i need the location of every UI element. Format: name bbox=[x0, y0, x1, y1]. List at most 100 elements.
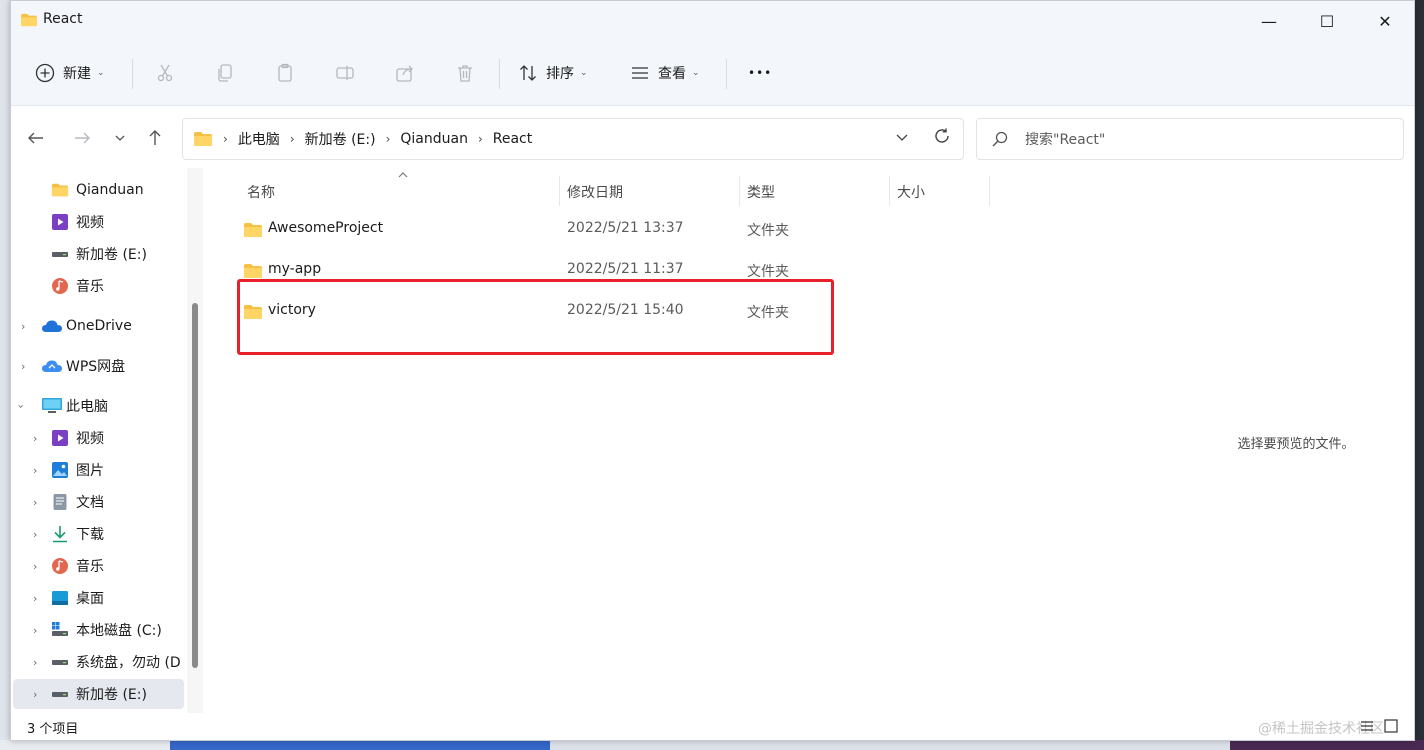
chevron-down-icon[interactable]: › bbox=[15, 404, 28, 408]
breadcrumb-separator: › bbox=[223, 132, 228, 146]
tiles-view-button[interactable] bbox=[1382, 717, 1400, 735]
back-button[interactable] bbox=[22, 126, 50, 150]
sidebar-item-this-pc[interactable]: › 此电脑 bbox=[11, 391, 187, 421]
rename-button[interactable] bbox=[335, 57, 355, 89]
up-button[interactable] bbox=[141, 126, 169, 150]
sidebar-item-documents[interactable]: › 文档 bbox=[11, 487, 187, 517]
chevron-right-icon[interactable]: › bbox=[33, 432, 37, 445]
column-divider[interactable] bbox=[739, 176, 740, 206]
rename-icon bbox=[336, 66, 354, 80]
maximize-button[interactable]: ☐ bbox=[1298, 1, 1356, 41]
cloud-icon bbox=[42, 360, 62, 372]
sidebar-item-label: 系统盘，勿动 (D bbox=[76, 655, 181, 671]
column-header-date[interactable]: 修改日期 bbox=[567, 176, 623, 208]
sidebar-item-downloads[interactable]: › 下载 bbox=[11, 519, 187, 549]
file-row[interactable]: AwesomeProject 2022/5/21 13:37 文件夹 bbox=[231, 210, 1171, 250]
sidebar-item-drive-d[interactable]: › 系统盘，勿动 (D bbox=[11, 647, 187, 677]
sidebar-item-label: 新加卷 (E:) bbox=[76, 687, 147, 703]
file-explorer-window: React — ☐ ✕ 新建 ⌄ 排序 ⌄ 查看 ⌄ ••• › 此电脑 › 新… bbox=[10, 0, 1415, 741]
recent-locations-button[interactable] bbox=[106, 126, 134, 150]
chevron-right-icon[interactable]: › bbox=[33, 656, 37, 669]
delete-button[interactable] bbox=[455, 57, 475, 89]
sidebar-item-drive-e-quick[interactable]: 新加卷 (E:) bbox=[11, 239, 187, 269]
sidebar-item-qianduan[interactable]: Qianduan bbox=[11, 175, 187, 205]
sidebar-item-label: 文档 bbox=[76, 495, 104, 511]
chevron-right-icon[interactable]: › bbox=[33, 624, 37, 637]
clipboard-icon bbox=[278, 63, 292, 82]
file-type: 文件夹 bbox=[747, 223, 789, 239]
forward-button[interactable] bbox=[68, 126, 96, 150]
sidebar-item-label: 新加卷 (E:) bbox=[76, 247, 147, 263]
more-icon: ••• bbox=[748, 66, 773, 80]
sidebar-item-music-quick[interactable]: 音乐 bbox=[11, 271, 187, 301]
folder-icon bbox=[51, 183, 69, 197]
chevron-right-icon[interactable]: › bbox=[33, 688, 37, 701]
refresh-icon bbox=[935, 128, 949, 143]
copy-icon bbox=[218, 64, 232, 82]
column-divider[interactable] bbox=[559, 176, 560, 206]
sidebar-scrollbar[interactable] bbox=[192, 303, 198, 668]
column-header-name[interactable]: 名称 bbox=[247, 176, 275, 208]
sort-button[interactable]: 排序 ⌄ bbox=[518, 57, 588, 89]
chevron-down-icon bbox=[896, 134, 908, 141]
share-button[interactable] bbox=[395, 57, 415, 89]
more-options-button[interactable]: ••• bbox=[748, 57, 772, 89]
video-icon bbox=[52, 214, 68, 230]
sidebar-item-wps-cloud[interactable]: › WPS网盘 bbox=[11, 351, 187, 381]
column-divider[interactable] bbox=[889, 176, 890, 206]
file-type: 文件夹 bbox=[747, 264, 789, 280]
list-view-icon bbox=[632, 67, 648, 79]
sidebar-item-drive-c[interactable]: › 本地磁盘 (C:) bbox=[11, 615, 187, 645]
sidebar-item-drive-e[interactable]: › 新加卷 (E:) bbox=[13, 679, 184, 709]
breadcrumb-drive-e[interactable]: 新加卷 (E:) bbox=[305, 129, 376, 149]
details-view-button[interactable] bbox=[1358, 717, 1376, 735]
column-header-label: 名称 bbox=[247, 185, 275, 201]
breadcrumb-qianduan[interactable]: Qianduan bbox=[400, 131, 468, 147]
desktop-background-left bbox=[0, 0, 10, 750]
sidebar-item-music[interactable]: › 音乐 bbox=[11, 551, 187, 581]
chevron-right-icon[interactable]: › bbox=[21, 360, 25, 373]
address-dropdown-button[interactable] bbox=[895, 130, 909, 148]
chevron-right-icon[interactable]: › bbox=[33, 464, 37, 477]
copy-button[interactable] bbox=[215, 57, 235, 89]
column-header-type[interactable]: 类型 bbox=[747, 176, 775, 208]
video-icon bbox=[52, 430, 68, 446]
breadcrumb-this-pc[interactable]: 此电脑 bbox=[238, 129, 280, 149]
cut-button[interactable] bbox=[155, 57, 175, 89]
preview-message: 选择要预览的文件。 bbox=[1237, 437, 1355, 452]
sidebar-item-videos-quick[interactable]: 视频 bbox=[11, 207, 187, 237]
sidebar-item-desktop[interactable]: › 桌面 bbox=[11, 583, 187, 613]
column-header-size[interactable]: 大小 bbox=[897, 176, 925, 208]
command-bar: 新建 ⌄ 排序 ⌄ 查看 ⌄ ••• bbox=[11, 41, 1414, 106]
chevron-right-icon[interactable]: › bbox=[33, 528, 37, 541]
sidebar-item-videos[interactable]: › 视频 bbox=[11, 423, 187, 453]
search-box[interactable] bbox=[976, 118, 1404, 160]
sort-icon bbox=[520, 65, 536, 81]
chevron-right-icon[interactable]: › bbox=[21, 320, 25, 333]
sidebar-item-label: 音乐 bbox=[76, 559, 104, 575]
close-button[interactable]: ✕ bbox=[1356, 1, 1414, 41]
sidebar-item-pictures[interactable]: › 图片 bbox=[11, 455, 187, 485]
status-bar: 3 个项目 @稀土掘金技术社区 bbox=[11, 713, 1414, 740]
chevron-right-icon[interactable]: › bbox=[33, 496, 37, 509]
view-label: 查看 bbox=[658, 66, 686, 82]
minimize-button[interactable]: — bbox=[1240, 1, 1298, 41]
drive-icon bbox=[52, 660, 68, 665]
sidebar-item-label: 此电脑 bbox=[66, 399, 108, 415]
new-button[interactable]: 新建 ⌄ bbox=[35, 57, 105, 89]
paste-button[interactable] bbox=[275, 57, 295, 89]
pictures-icon bbox=[52, 462, 68, 478]
view-button[interactable]: 查看 ⌄ bbox=[630, 57, 700, 89]
column-divider[interactable] bbox=[989, 176, 990, 206]
search-input[interactable] bbox=[1025, 129, 1385, 151]
chevron-right-icon[interactable]: › bbox=[33, 560, 37, 573]
toolbar-divider bbox=[132, 59, 133, 89]
file-date: 2022/5/21 13:37 bbox=[567, 220, 684, 236]
sidebar-item-onedrive[interactable]: › OneDrive bbox=[11, 311, 187, 341]
breadcrumb-react[interactable]: React bbox=[493, 131, 532, 147]
chevron-right-icon[interactable]: › bbox=[33, 592, 37, 605]
chevron-down-icon: ⌄ bbox=[580, 68, 588, 78]
refresh-button[interactable] bbox=[933, 127, 951, 150]
music-icon bbox=[52, 278, 68, 294]
address-bar[interactable]: › 此电脑 › 新加卷 (E:) › Qianduan › React bbox=[182, 118, 964, 160]
